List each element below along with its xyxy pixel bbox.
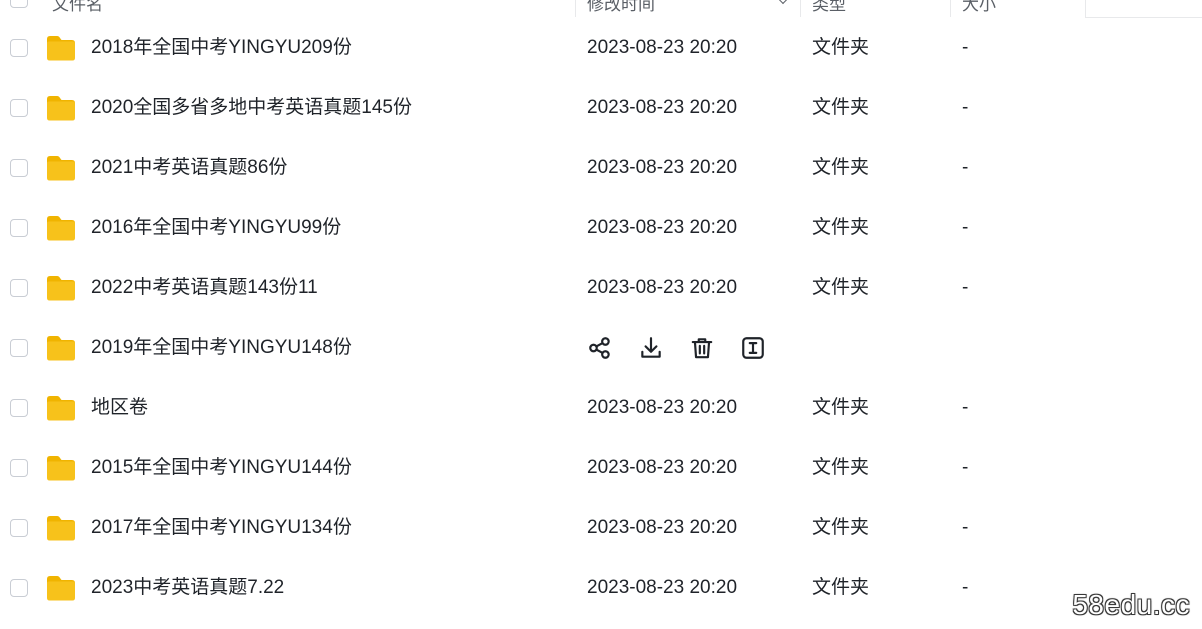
file-name[interactable]: 地区卷 [91, 396, 148, 420]
file-size: - [962, 157, 969, 178]
table-row[interactable]: 2015年全国中考YINGYU144份 2023-08-23 20:20 文件夹 - [0, 438, 1202, 498]
modified-time: 2023-08-23 20:20 [587, 397, 738, 418]
file-name[interactable]: 2018年全国中考YINGYU209份 [91, 36, 352, 60]
row-checkbox[interactable] [10, 519, 28, 537]
file-list-header: 文件名 修改时间 类型 大小 [0, 0, 1202, 18]
file-list-page: 文件名 修改时间 类型 大小 2018年全国中考YINGYU209份 2023-0… [0, 0, 1202, 629]
file-type: 文件夹 [812, 577, 870, 598]
row-checkbox[interactable] [10, 339, 28, 357]
row-checkbox[interactable] [10, 279, 28, 297]
file-size: - [962, 457, 969, 478]
row-checkbox[interactable] [10, 459, 28, 477]
modified-time: 2023-08-23 20:20 [587, 457, 738, 478]
table-row[interactable]: 地区卷 2023-08-23 20:20 文件夹 - [0, 378, 1202, 438]
modified-time: 2023-08-23 20:20 [587, 97, 738, 118]
rename-icon[interactable] [740, 335, 766, 361]
file-name[interactable]: 2021中考英语真题86份 [91, 156, 287, 180]
column-header-modified[interactable]: 修改时间 [587, 0, 655, 15]
column-divider[interactable] [950, 0, 951, 17]
column-header-name[interactable]: 文件名 [52, 0, 103, 15]
sort-descending-icon[interactable] [775, 0, 791, 5]
table-row[interactable]: 2023中考英语真题7.22 2023-08-23 20:20 文件夹 - [0, 558, 1202, 618]
file-name[interactable]: 2023中考英语真题7.22 [91, 576, 284, 600]
row-checkbox[interactable] [10, 579, 28, 597]
column-divider[interactable] [800, 0, 801, 17]
file-name[interactable]: 2022中考英语真题143份11 [91, 276, 318, 300]
file-type: 文件夹 [812, 277, 870, 298]
table-row[interactable]: 2019年全国中考YINGYU148份 [0, 318, 1202, 378]
folder-icon[interactable] [45, 334, 77, 362]
row-checkbox[interactable] [10, 219, 28, 237]
file-type: 文件夹 [812, 37, 870, 58]
column-header-size[interactable]: 大小 [962, 0, 996, 15]
file-name[interactable]: 2016年全国中考YINGYU99份 [91, 216, 341, 240]
share-icon[interactable] [587, 335, 613, 361]
table-row[interactable]: 2021中考英语真题86份 2023-08-23 20:20 文件夹 - [0, 138, 1202, 198]
file-type: 文件夹 [812, 217, 870, 238]
row-checkbox[interactable] [10, 39, 28, 57]
folder-icon[interactable] [45, 214, 77, 242]
file-type: 文件夹 [812, 517, 870, 538]
folder-icon[interactable] [45, 454, 77, 482]
file-type: 文件夹 [812, 97, 870, 118]
select-all-checkbox[interactable] [10, 0, 28, 8]
modified-time: 2023-08-23 20:20 [587, 277, 738, 298]
row-checkbox[interactable] [10, 399, 28, 417]
file-size: - [962, 37, 969, 58]
row-checkbox[interactable] [10, 159, 28, 177]
folder-icon[interactable] [45, 574, 77, 602]
table-row[interactable]: 2018年全国中考YINGYU209份 2023-08-23 20:20 文件夹 - [0, 18, 1202, 78]
file-type: 文件夹 [812, 457, 870, 478]
file-size: - [962, 577, 969, 598]
column-divider[interactable] [575, 0, 576, 17]
delete-icon[interactable] [689, 335, 715, 361]
folder-icon[interactable] [45, 94, 77, 122]
modified-time: 2023-08-23 20:20 [587, 577, 738, 598]
row-checkbox[interactable] [10, 99, 28, 117]
file-size: - [962, 397, 969, 418]
column-header-type[interactable]: 类型 [812, 0, 846, 15]
file-name[interactable]: 2017年全国中考YINGYU134份 [91, 516, 352, 540]
file-size: - [962, 217, 969, 238]
watermark: 58edu.cc [1072, 589, 1190, 620]
folder-icon[interactable] [45, 154, 77, 182]
file-size: - [962, 97, 969, 118]
file-name[interactable]: 2019年全国中考YINGYU148份 [91, 336, 352, 360]
file-name[interactable]: 2015年全国中考YINGYU144份 [91, 456, 352, 480]
file-size: - [962, 517, 969, 538]
download-icon[interactable] [638, 335, 664, 361]
modified-time: 2023-08-23 20:20 [587, 37, 738, 58]
file-size: - [962, 277, 969, 298]
modified-time: 2023-08-23 20:20 [587, 217, 738, 238]
folder-icon[interactable] [45, 394, 77, 422]
file-list: 2018年全国中考YINGYU209份 2023-08-23 20:20 文件夹 -2… [0, 18, 1202, 618]
folder-icon[interactable] [45, 514, 77, 542]
modified-time: 2023-08-23 20:20 [587, 157, 738, 178]
table-row[interactable]: 2016年全国中考YINGYU99份 2023-08-23 20:20 文件夹 - [0, 198, 1202, 258]
modified-time: 2023-08-23 20:20 [587, 517, 738, 538]
file-type: 文件夹 [812, 157, 870, 178]
table-row[interactable]: 2020全国多省多地中考英语真题145份 2023-08-23 20:20 文件夹 - [0, 78, 1202, 138]
column-divider [1085, 0, 1086, 17]
table-row[interactable]: 2017年全国中考YINGYU134份 2023-08-23 20:20 文件夹 - [0, 498, 1202, 558]
table-row[interactable]: 2022中考英语真题143份11 2023-08-23 20:20 文件夹 - [0, 258, 1202, 318]
file-type: 文件夹 [812, 397, 870, 418]
row-actions [587, 335, 766, 361]
folder-icon[interactable] [45, 274, 77, 302]
file-name[interactable]: 2020全国多省多地中考英语真题145份 [91, 96, 412, 120]
folder-icon[interactable] [45, 34, 77, 62]
